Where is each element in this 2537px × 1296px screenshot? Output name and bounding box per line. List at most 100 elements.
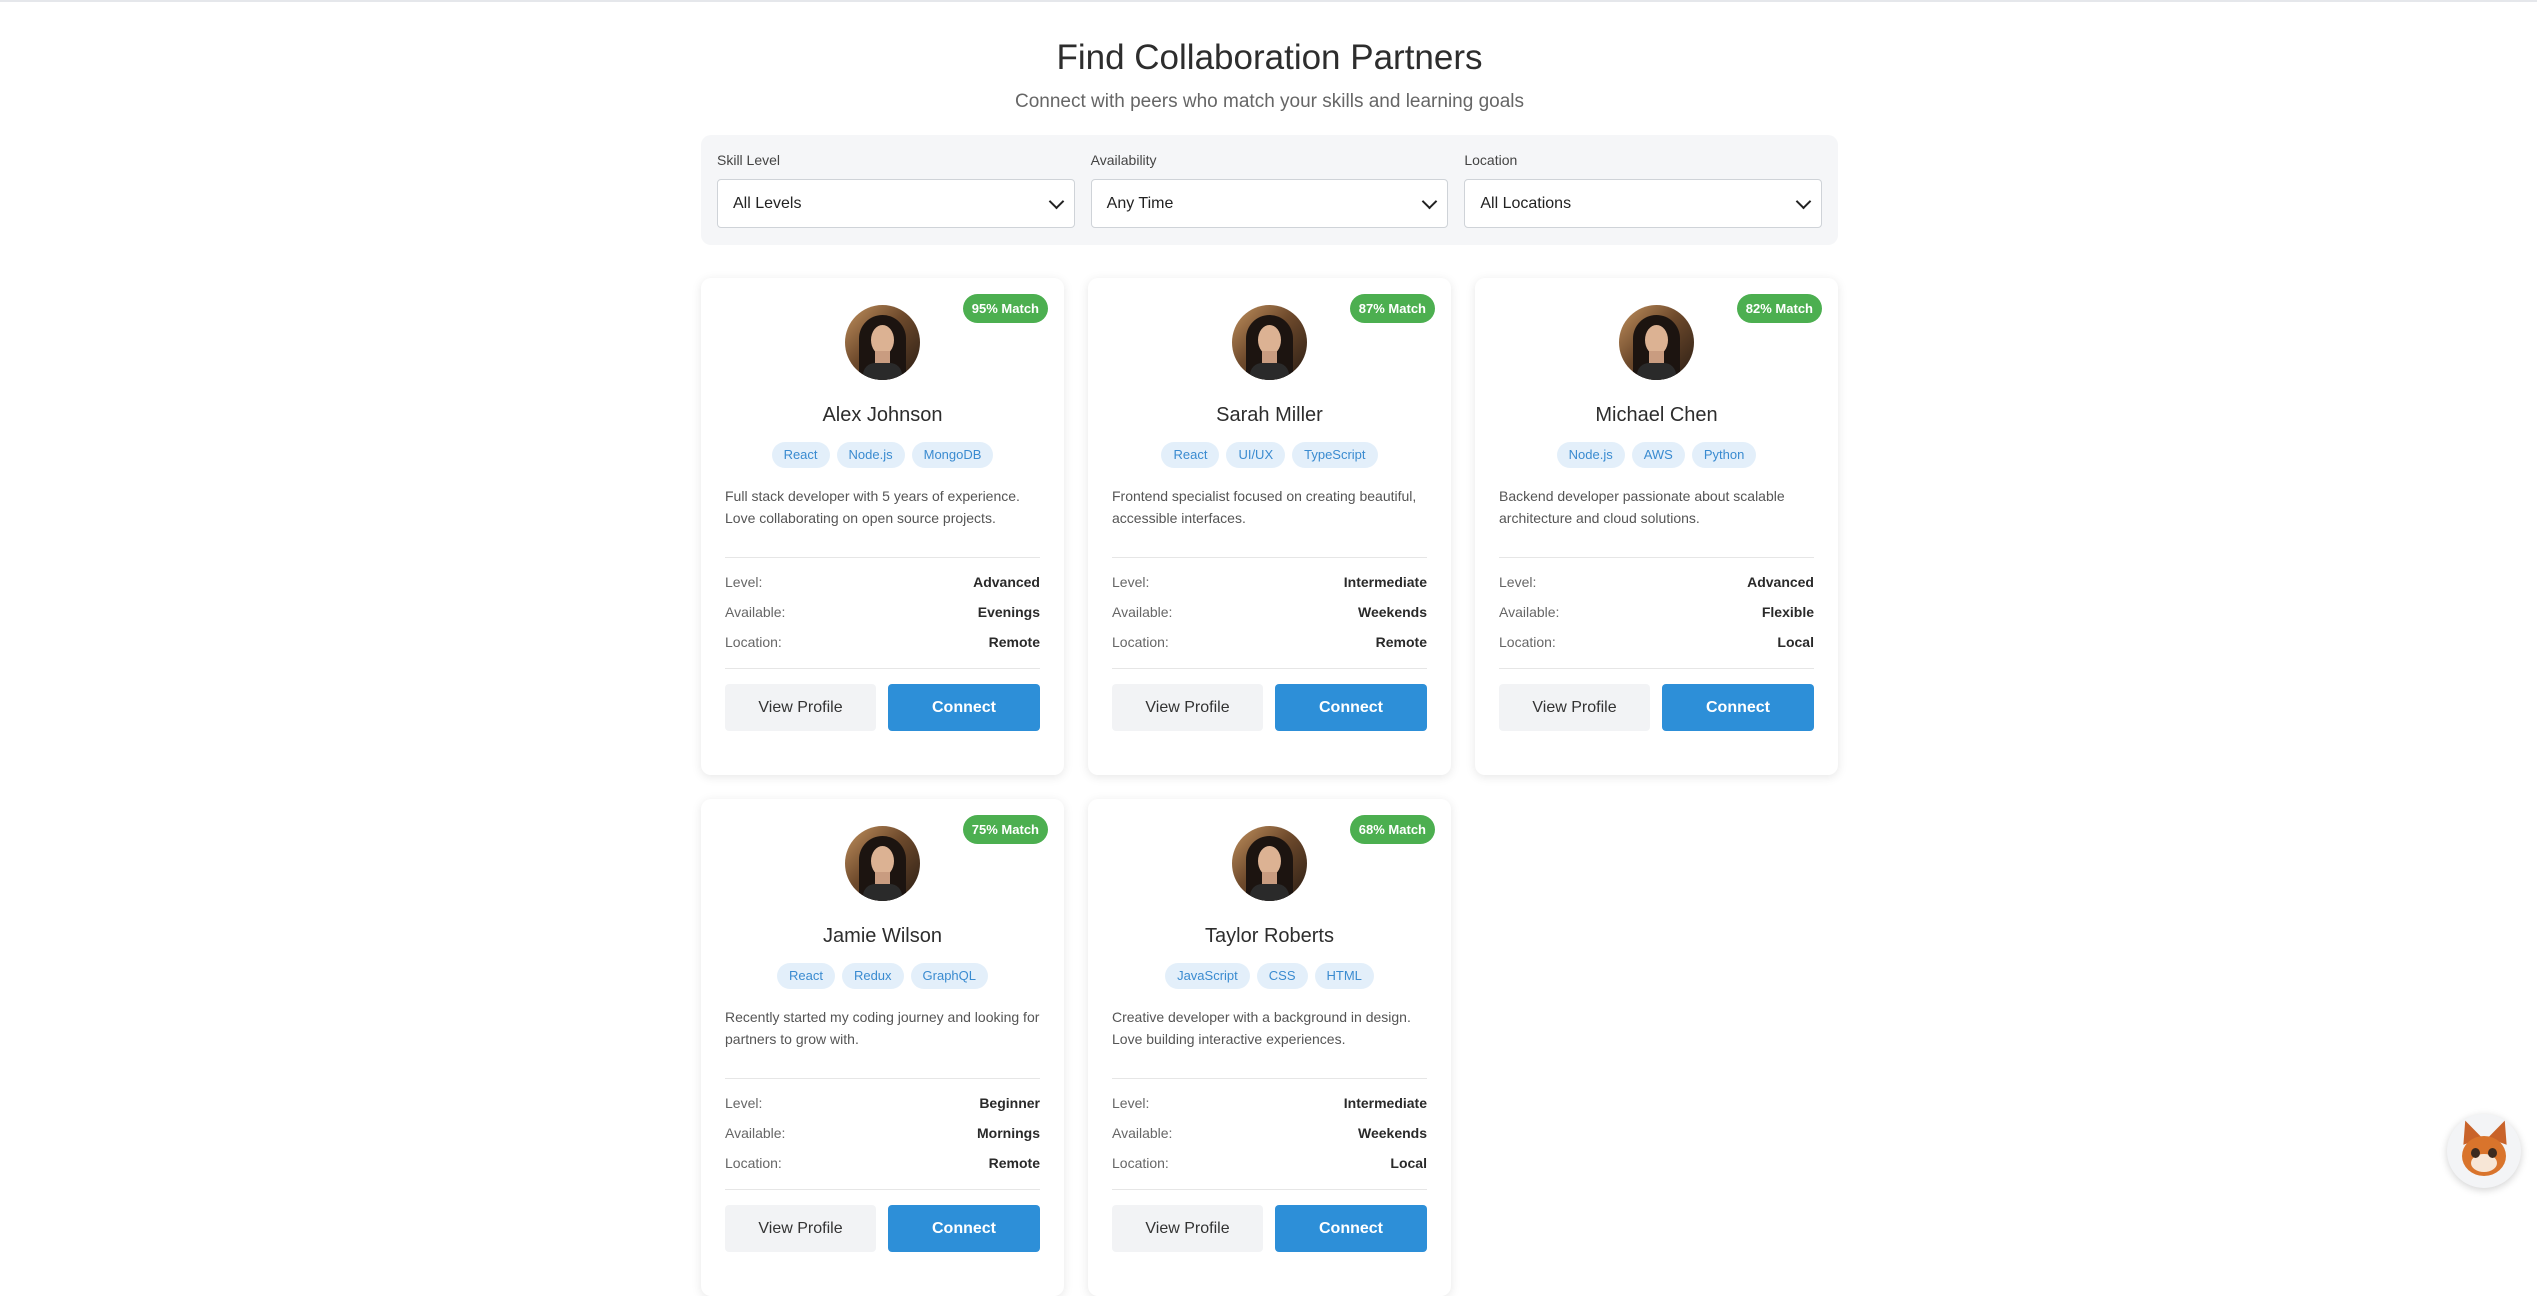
connect-button[interactable]: Connect [1275,1205,1427,1252]
skill-tag: AWS [1631,442,1685,468]
view-profile-button[interactable]: View Profile [725,684,876,731]
skill-tags: React Node.js MongoDB [725,442,1040,468]
page-container: Find Collaboration Partners Connect with… [701,2,1838,1296]
detail-value: Intermediate [1343,1095,1427,1111]
filter-label: Availability [1090,152,1157,168]
match-badge: 82% Match [1736,294,1822,323]
select-value: Any Time [1106,194,1174,212]
chevron-down-icon [1048,193,1064,209]
partner-card: 82% Match Michael Chen Node.js AWS Pytho… [1475,278,1838,775]
page-title: Find Collaboration Partners [1056,38,1483,77]
detail-label: Location: [1112,634,1169,650]
view-profile-button[interactable]: View Profile [725,1205,876,1252]
fox-mascot-icon[interactable] [2447,1114,2521,1188]
partner-bio: Frontend specialist focused on creating … [1112,488,1417,526]
divider [725,668,1040,669]
detail-location: Location: Local [1112,1148,1427,1178]
partner-card: 75% Match Jamie Wilson React Redux Graph… [701,799,1064,1296]
view-profile-button[interactable]: View Profile [1112,684,1263,731]
avatar [1619,305,1694,380]
view-profile-button[interactable]: View Profile [1499,684,1650,731]
detail-value: Advanced [1747,574,1814,590]
skill-tags: Node.js AWS Python [1499,442,1814,468]
detail-label: Location: [725,634,782,650]
skill-tag: Node.js [836,442,905,468]
skill-tag: Python [1691,442,1757,468]
avatar [1232,305,1307,380]
card-actions: View Profile Connect [1112,1205,1427,1252]
detail-label: Location: [725,1155,782,1171]
detail-value: Advanced [973,574,1040,590]
view-profile-button[interactable]: View Profile [1112,1205,1263,1252]
detail-label: Available: [725,604,786,620]
detail-available: Available: Weekends [1112,597,1427,627]
detail-level: Level: Intermediate [1112,567,1427,597]
skill-tag: React [771,442,830,468]
divider [1112,1078,1427,1079]
connect-button[interactable]: Connect [1275,684,1427,731]
connect-button[interactable]: Connect [1662,684,1814,731]
detail-label: Available: [1112,604,1173,620]
detail-value: Remote [1375,634,1427,650]
skill-tag: React [1161,442,1220,468]
skill-tag: GraphQL [910,963,989,989]
skill-tag: Node.js [1556,442,1625,468]
partner-name: Alex Johnson [822,404,943,426]
detail-label: Level: [725,1095,763,1111]
divider [1499,557,1814,558]
detail-value: Local [1777,634,1814,650]
avatar [845,826,920,901]
filter-skill-level: Skill Level All Levels [717,135,1075,245]
partner-card: 95% Match Alex Johnson React Node.js Mon… [701,278,1064,775]
detail-label: Level: [1112,574,1150,590]
connect-button[interactable]: Connect [888,684,1040,731]
connect-button[interactable]: Connect [888,1205,1040,1252]
skill-tag: Redux [841,963,904,989]
divider [1112,668,1427,669]
detail-value: Evenings [977,604,1040,620]
detail-label: Level: [725,574,763,590]
skill-tag: TypeScript [1292,442,1378,468]
partner-card: 87% Match Sarah Miller React UI/UX TypeS… [1088,278,1451,775]
detail-value: Intermediate [1343,574,1427,590]
filter-label: Skill Level [717,152,781,168]
skill-tags: React Redux GraphQL [725,963,1040,989]
partner-details: Level: Intermediate Available: Weekends Lo… [1112,1088,1427,1178]
detail-label: Available: [1499,604,1560,620]
detail-available: Available: Flexible [1499,597,1814,627]
location-select[interactable]: All Locations [1464,179,1823,228]
select-value: All Locations [1480,194,1572,212]
skill-tag: CSS [1256,963,1308,989]
detail-available: Available: Weekends [1112,1118,1427,1148]
divider [1499,668,1814,669]
select-value: All Levels [733,194,802,212]
skill-level-select[interactable]: All Levels [717,179,1075,228]
availability-select[interactable]: Any Time [1090,179,1449,228]
detail-label: Available: [1112,1125,1173,1141]
chevron-down-icon [1422,193,1438,209]
partner-grid: 95% Match Alex Johnson React Node.js Mon… [701,278,1838,1296]
partner-name: Michael Chen [1595,404,1718,426]
detail-level: Level: Advanced [725,567,1040,597]
skill-tag: JavaScript [1165,963,1250,989]
match-badge: 95% Match [962,294,1048,323]
chevron-down-icon [1795,193,1812,209]
detail-value: Beginner [979,1095,1040,1111]
card-actions: View Profile Connect [725,1205,1040,1252]
partner-bio: Full stack developer with 5 years of exp… [725,488,1020,526]
card-actions: View Profile Connect [1112,684,1427,731]
detail-label: Location: [1499,634,1556,650]
skill-tags: JavaScript CSS HTML [1112,963,1427,989]
divider [725,1078,1040,1079]
partner-card: 68% Match Taylor Roberts JavaScript CSS … [1088,799,1451,1296]
filter-availability: Availability Any Time [1090,135,1449,245]
detail-label: Available: [725,1125,786,1141]
filter-label: Location [1464,152,1518,168]
match-badge: 68% Match [1349,815,1435,844]
match-badge: 87% Match [1349,294,1435,323]
skill-tag: React [776,963,835,989]
detail-location: Location: Local [1499,627,1814,657]
partner-bio: Recently started my coding journey and l… [725,1009,1040,1047]
skill-tag: HTML [1314,963,1374,989]
partner-name: Sarah Miller [1216,404,1323,426]
